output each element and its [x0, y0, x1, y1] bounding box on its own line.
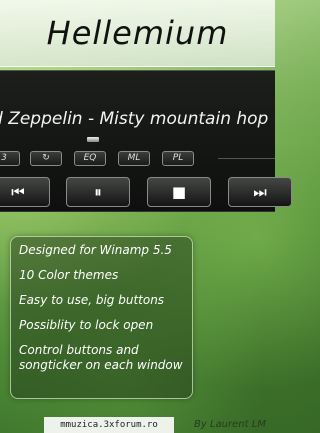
- pause-button[interactable]: ⏸: [66, 177, 130, 207]
- feature-item: Control buttons and songticker on each w…: [19, 343, 183, 372]
- watermark: mmuzica.3xforum.ro: [44, 417, 174, 433]
- feature-item: Easy to use, big buttons: [19, 293, 165, 307]
- eq-button[interactable]: EQ: [74, 151, 106, 166]
- seek-handle[interactable]: [87, 137, 99, 142]
- next-button[interactable]: ⏭: [228, 177, 292, 207]
- repeat-button[interactable]: ↻: [30, 151, 62, 166]
- author-credit: By Laurent LM: [194, 419, 266, 430]
- ml-button[interactable]: ML: [118, 151, 150, 166]
- song-ticker: d Zeppelin - Misty mountain hop: [0, 107, 275, 135]
- feature-item: Designed for Winamp 5.5: [19, 243, 172, 257]
- transport-controls: ⏮ ⏸ ■ ⏭: [0, 177, 292, 209]
- title-bar: Hellemium: [0, 0, 275, 67]
- feature-list-panel: Designed for Winamp 5.5 10 Color themes …: [10, 236, 193, 399]
- divider: [218, 158, 275, 159]
- pl-button[interactable]: PL: [162, 151, 194, 166]
- feature-list: Designed for Winamp 5.5 10 Color themes …: [11, 237, 192, 389]
- mode-buttons-row: 3 ↻ EQ ML PL: [0, 151, 275, 167]
- app-title: Hellemium: [46, 14, 229, 52]
- mode-button-left[interactable]: 3: [0, 151, 20, 166]
- song-ticker-text: d Zeppelin - Misty mountain hop: [0, 109, 269, 129]
- player-panel: d Zeppelin - Misty mountain hop 3 ↻ EQ M…: [0, 70, 292, 212]
- feature-item: 10 Color themes: [19, 268, 119, 282]
- feature-item: Possiblity to lock open: [19, 318, 154, 332]
- stop-button[interactable]: ■: [147, 177, 211, 207]
- previous-button[interactable]: ⏮: [0, 177, 50, 207]
